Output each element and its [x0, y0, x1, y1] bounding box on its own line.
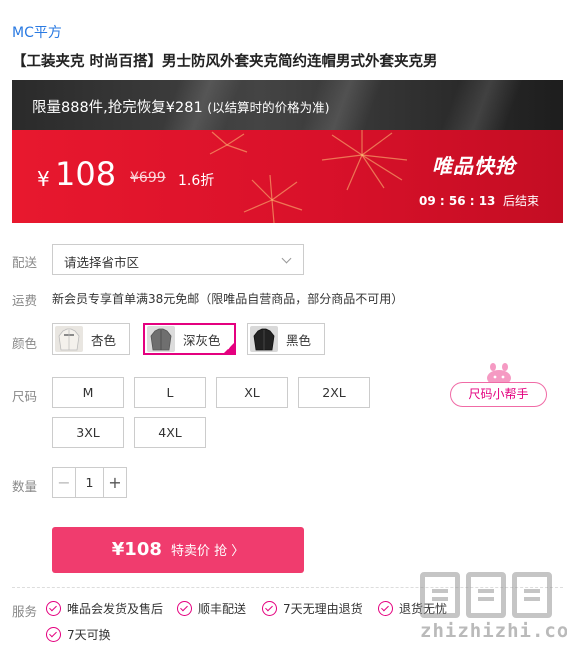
- size-option-3xl[interactable]: 3XL: [52, 417, 124, 448]
- service-item-label: 唯品会发货及售后: [67, 602, 164, 616]
- watermark: zhizhizhi.com: [420, 572, 567, 642]
- service-item-label: 7天可换: [67, 628, 111, 642]
- size-option-l[interactable]: L: [134, 377, 206, 408]
- promo-price: 108: [55, 155, 117, 193]
- shipping-label: 运费: [12, 293, 38, 308]
- size-option-2xl[interactable]: 2XL: [298, 377, 370, 408]
- quantity-decrease-button[interactable]: −: [53, 468, 76, 497]
- buy-button-text: 特卖价 抢 〉: [170, 544, 245, 559]
- check-circle-icon: [262, 601, 277, 616]
- size-label: 尺码: [12, 389, 38, 404]
- promo-notice-bar: 限量888件,抢完恢复¥281 (以结算时的价格为准): [12, 80, 563, 130]
- service-item: 7天可换: [46, 626, 111, 643]
- region-select-placeholder: 请选择省市区: [64, 255, 140, 270]
- service-item: 顺丰配送: [177, 600, 246, 617]
- color-option-label: 杏色: [91, 332, 117, 348]
- check-circle-icon: [177, 601, 192, 616]
- product-title: 【工装夹克 时尚百搭】男士防风外套夹克简约连帽男式外套夹克男: [12, 54, 438, 70]
- buy-button-price: ¥108: [111, 539, 162, 560]
- countdown-timer: 09 : 56 : 13 后结束: [419, 192, 539, 209]
- region-select[interactable]: 请选择省市区: [52, 244, 304, 275]
- service-item-label: 顺丰配送: [198, 602, 247, 616]
- size-option-xl[interactable]: XL: [216, 377, 288, 408]
- size-option-4xl[interactable]: 4XL: [134, 417, 206, 448]
- services-label: 服务: [12, 604, 38, 619]
- apricot-jacket-thumbnail: [55, 326, 83, 352]
- size-option-m[interactable]: M: [52, 377, 124, 408]
- price-currency: ¥: [37, 167, 50, 191]
- check-circle-icon: [378, 601, 393, 616]
- flash-sale-badge: 唯品快抢: [432, 154, 516, 178]
- countdown-value: 09 : 56 : 13: [419, 194, 496, 208]
- promo-notice-main: 限量888件,抢完恢复¥281: [32, 100, 203, 116]
- service-item-label: 7天无理由退货: [283, 602, 363, 616]
- color-option-dark-gray[interactable]: 深灰色 ✓: [143, 323, 236, 355]
- promo-banner: 限量888件,抢完恢复¥281 (以结算时的价格为准) ¥ 108 ¥699 1…: [12, 80, 563, 223]
- quantity-label: 数量: [12, 479, 38, 494]
- black-jacket-thumbnail: [250, 326, 278, 352]
- watermark-logo: [420, 572, 567, 618]
- dark-gray-jacket-thumbnail: [147, 326, 175, 352]
- promo-price-bar: ¥ 108 ¥699 1.6折 唯品快抢 09 : 56 : 13 后结束: [12, 130, 563, 223]
- chevron-down-icon: [281, 253, 292, 264]
- color-label: 颜色: [12, 336, 38, 351]
- countdown-suffix: 后结束: [503, 194, 540, 208]
- discount-rate: 1.6折: [178, 173, 215, 189]
- buy-now-button[interactable]: ¥108 特卖价 抢 〉: [52, 527, 304, 573]
- color-option-label: 黑色: [286, 332, 312, 348]
- quantity-stepper: − 1 +: [52, 467, 127, 498]
- size-helper-button[interactable]: 尺码小帮手: [450, 382, 547, 407]
- promo-notice-sub: (以结算时的价格为准): [207, 100, 330, 115]
- watermark-text: zhizhizhi.com: [420, 620, 567, 642]
- delivery-label: 配送: [12, 255, 38, 270]
- color-option-apricot[interactable]: 杏色: [52, 323, 130, 355]
- service-item: 7天无理由退货: [262, 600, 363, 617]
- color-option-black[interactable]: 黑色: [247, 323, 325, 355]
- original-price: ¥699: [130, 170, 166, 186]
- promo-notice: 限量888件,抢完恢复¥281 (以结算时的价格为准): [32, 96, 330, 117]
- color-option-label: 深灰色: [183, 332, 221, 348]
- check-circle-icon: [46, 601, 61, 616]
- quantity-increase-button[interactable]: +: [103, 468, 126, 497]
- check-icon: ✓: [226, 343, 233, 352]
- brand-link[interactable]: MC平方: [12, 22, 62, 42]
- service-item: 唯品会发货及售后: [46, 600, 163, 617]
- quantity-value[interactable]: 1: [76, 468, 103, 497]
- shipping-info: 新会员专享首单满38元免邮（限唯品自营商品，部分商品不可用）: [52, 292, 404, 306]
- check-circle-icon: [46, 627, 61, 642]
